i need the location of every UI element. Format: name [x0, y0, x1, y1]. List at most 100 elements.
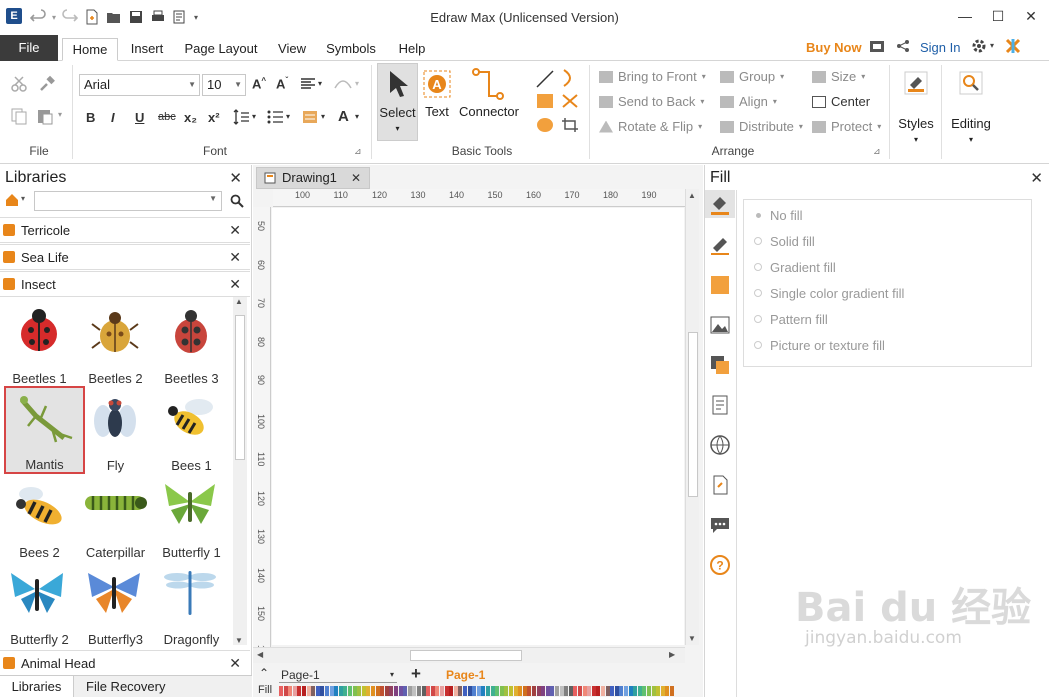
- scroll-down-icon[interactable]: ▼: [235, 636, 243, 645]
- shape-butterfly-2[interactable]: Butterfly 2: [1, 561, 78, 647]
- editing-button[interactable]: Editing ▾: [945, 63, 997, 153]
- color-swatch[interactable]: [343, 686, 348, 696]
- color-swatch[interactable]: [624, 686, 628, 696]
- subscript-button[interactable]: x₂: [184, 110, 197, 125]
- color-swatch[interactable]: [633, 686, 638, 696]
- color-swatch[interactable]: [417, 686, 421, 696]
- color-swatch[interactable]: [614, 686, 619, 696]
- settings-dropdown-icon[interactable]: ▾: [990, 41, 994, 50]
- color-swatch[interactable]: [389, 686, 394, 696]
- select-button[interactable]: Select ▾: [377, 63, 418, 141]
- color-swatch[interactable]: [320, 686, 325, 696]
- tab-file-recovery[interactable]: File Recovery: [86, 679, 165, 694]
- text-curve-icon[interactable]: [334, 78, 352, 90]
- undo-dropdown-icon[interactable]: ▾: [52, 13, 56, 22]
- color-swatch[interactable]: [467, 686, 472, 696]
- color-swatch[interactable]: [555, 686, 559, 696]
- close-icon[interactable]: ✕: [229, 276, 241, 293]
- font-color-dropdown-icon[interactable]: ▾: [355, 112, 359, 121]
- font-size-combo[interactable]: 10 ▼: [202, 74, 246, 96]
- save-icon[interactable]: [128, 9, 144, 25]
- color-swatch[interactable]: [440, 686, 444, 696]
- format-painter-icon[interactable]: [38, 75, 56, 93]
- gear-icon[interactable]: [971, 38, 987, 54]
- color-swatch[interactable]: [490, 686, 495, 696]
- color-swatch[interactable]: [527, 686, 532, 696]
- color-swatch[interactable]: [536, 686, 541, 696]
- tab-view[interactable]: View: [272, 38, 312, 61]
- color-swatch[interactable]: [486, 686, 490, 696]
- color-swatch[interactable]: [325, 686, 329, 696]
- color-swatch[interactable]: [380, 686, 385, 696]
- color-swatch[interactable]: [283, 686, 288, 696]
- color-swatch[interactable]: [407, 686, 412, 696]
- fill-option-no-fill[interactable]: No fill: [756, 208, 803, 223]
- group-button[interactable]: Group ▾: [720, 69, 784, 84]
- help-icon[interactable]: ?: [709, 554, 731, 576]
- color-swatch[interactable]: [522, 686, 527, 696]
- italic-button[interactable]: I: [111, 110, 115, 125]
- color-swatch[interactable]: [513, 686, 518, 696]
- color-swatch[interactable]: [587, 686, 592, 696]
- color-swatch[interactable]: [573, 686, 578, 696]
- page-properties-icon[interactable]: [709, 394, 731, 416]
- print-icon[interactable]: [150, 9, 166, 25]
- shape-caterpillar[interactable]: Caterpillar: [77, 474, 154, 560]
- center-button[interactable]: Center: [812, 94, 870, 109]
- align-button[interactable]: Align ▾: [720, 94, 777, 109]
- color-swatch[interactable]: [596, 686, 601, 696]
- comment-icon[interactable]: [709, 514, 731, 536]
- color-swatch[interactable]: [647, 686, 651, 696]
- buy-now-link[interactable]: Buy Now: [806, 40, 862, 55]
- shape-butterfly-1[interactable]: Butterfly 1: [153, 474, 230, 560]
- connector-button[interactable]: Connector: [457, 63, 521, 141]
- color-swatch[interactable]: [288, 686, 293, 696]
- library-category-sea-life[interactable]: Sea Life ✕: [0, 244, 250, 270]
- color-swatch[interactable]: [421, 686, 426, 696]
- rotate-flip-button[interactable]: Rotate & Flip ▾: [599, 119, 702, 134]
- color-swatch[interactable]: [352, 686, 357, 696]
- color-swatch[interactable]: [292, 686, 297, 696]
- close-tab-icon[interactable]: ✕: [351, 168, 361, 188]
- shadow-icon[interactable]: [709, 274, 731, 296]
- scroll-up-icon[interactable]: ▲: [688, 191, 696, 200]
- arc-tool-icon[interactable]: [562, 68, 576, 88]
- library-category-terricole[interactable]: Terricole ✕: [0, 217, 250, 243]
- canvas-vertical-scrollbar[interactable]: ▲ ▼: [685, 189, 699, 645]
- color-swatch[interactable]: [541, 686, 546, 696]
- ellipse-tool-icon[interactable]: [536, 117, 554, 133]
- shape-beetles-1[interactable]: Beetles 1: [1, 300, 78, 386]
- color-swatch[interactable]: [578, 686, 582, 696]
- color-swatch[interactable]: [444, 686, 449, 696]
- close-window-icon[interactable]: ✕: [1016, 6, 1046, 26]
- decrease-font-icon[interactable]: Aˇ: [276, 76, 288, 91]
- color-swatch[interactable]: [670, 686, 674, 696]
- page-tab[interactable]: Page-1: [446, 668, 485, 682]
- rectangle-tool-icon[interactable]: [536, 93, 554, 109]
- color-swatch[interactable]: [504, 686, 509, 696]
- color-swatch[interactable]: [412, 686, 417, 696]
- increase-font-icon[interactable]: A^: [252, 76, 266, 91]
- color-swatch[interactable]: [279, 686, 283, 696]
- tab-insert[interactable]: Insert: [124, 38, 170, 61]
- scroll-down-icon[interactable]: ▼: [688, 634, 696, 643]
- bring-to-front-button[interactable]: Bring to Front ▾: [599, 69, 706, 84]
- fill-option-pattern[interactable]: Pattern fill: [754, 312, 828, 327]
- add-page-icon[interactable]: +: [411, 664, 421, 684]
- fill-bucket-icon[interactable]: [709, 194, 731, 216]
- align-dropdown-icon[interactable]: ▾: [318, 79, 322, 88]
- line-tool-icon[interactable]: [536, 70, 554, 88]
- color-swatch[interactable]: [591, 686, 596, 696]
- color-swatch[interactable]: [361, 686, 366, 696]
- size-button[interactable]: Size ▾: [812, 69, 865, 84]
- color-swatch[interactable]: [338, 686, 343, 696]
- color-swatch[interactable]: [463, 686, 467, 696]
- library-category-insect[interactable]: Insect ✕: [0, 271, 250, 297]
- text-block-dropdown-icon[interactable]: ▾: [321, 112, 325, 121]
- color-swatch[interactable]: [472, 686, 477, 696]
- export-icon[interactable]: [172, 9, 188, 25]
- shape-butterfly3[interactable]: Butterfly3: [77, 561, 154, 647]
- arrange-dialog-launcher-icon[interactable]: ⊿: [873, 146, 881, 157]
- library-category-animal-head[interactable]: Animal Head ✕: [0, 650, 250, 676]
- maximize-icon[interactable]: ☐: [983, 6, 1013, 26]
